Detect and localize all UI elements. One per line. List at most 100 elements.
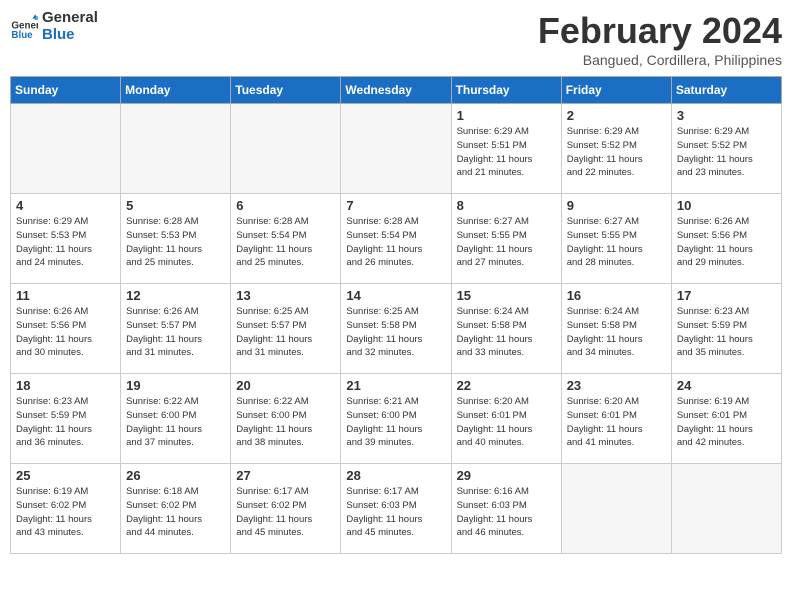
table-cell: 21 Sunrise: 6:21 AM Sunset: 6:00 PM Dayli…	[341, 374, 451, 464]
table-cell: 20 Sunrise: 6:22 AM Sunset: 6:00 PM Dayli…	[231, 374, 341, 464]
day-number: 2	[567, 108, 666, 123]
day-number: 15	[457, 288, 556, 303]
day-number: 26	[126, 468, 225, 483]
table-cell: 18 Sunrise: 6:23 AM Sunset: 5:59 PM Dayli…	[11, 374, 121, 464]
day-info: Sunrise: 6:25 AM Sunset: 5:58 PM Dayligh…	[346, 305, 445, 360]
table-cell	[561, 464, 671, 554]
day-info: Sunrise: 6:24 AM Sunset: 5:58 PM Dayligh…	[567, 305, 666, 360]
table-cell: 9 Sunrise: 6:27 AM Sunset: 5:55 PM Daylig…	[561, 194, 671, 284]
day-number: 5	[126, 198, 225, 213]
table-cell: 28 Sunrise: 6:17 AM Sunset: 6:03 PM Dayli…	[341, 464, 451, 554]
table-cell	[231, 104, 341, 194]
day-info: Sunrise: 6:28 AM Sunset: 5:53 PM Dayligh…	[126, 215, 225, 270]
weekday-header-sunday: Sunday	[11, 77, 121, 104]
week-row-5: 25 Sunrise: 6:19 AM Sunset: 6:02 PM Dayli…	[11, 464, 782, 554]
table-cell: 16 Sunrise: 6:24 AM Sunset: 5:58 PM Dayli…	[561, 284, 671, 374]
week-row-2: 4 Sunrise: 6:29 AM Sunset: 5:53 PM Daylig…	[11, 194, 782, 284]
weekday-header-wednesday: Wednesday	[341, 77, 451, 104]
table-cell: 6 Sunrise: 6:28 AM Sunset: 5:54 PM Daylig…	[231, 194, 341, 284]
table-cell: 26Sunrise: 6:18 AM Sunset: 6:02 PM Dayli…	[121, 464, 231, 554]
svg-text:Blue: Blue	[11, 30, 33, 41]
day-info: Sunrise: 6:23 AM Sunset: 5:59 PM Dayligh…	[16, 395, 115, 450]
day-info: Sunrise: 6:22 AM Sunset: 6:00 PM Dayligh…	[126, 395, 225, 450]
day-info: Sunrise: 6:26 AM Sunset: 5:56 PM Dayligh…	[677, 215, 776, 270]
day-info: Sunrise: 6:20 AM Sunset: 6:01 PM Dayligh…	[457, 395, 556, 450]
table-cell: 27Sunrise: 6:17 AM Sunset: 6:02 PM Dayli…	[231, 464, 341, 554]
day-info: Sunrise: 6:27 AM Sunset: 5:55 PM Dayligh…	[567, 215, 666, 270]
day-number: 28	[346, 468, 445, 483]
day-info: Sunrise: 6:16 AM Sunset: 6:03 PM Dayligh…	[457, 485, 556, 540]
week-row-4: 18 Sunrise: 6:23 AM Sunset: 5:59 PM Dayli…	[11, 374, 782, 464]
day-info: Sunrise: 6:19 AM Sunset: 6:01 PM Dayligh…	[677, 395, 776, 450]
day-info: Sunrise: 6:17 AM Sunset: 6:03 PM Dayligh…	[346, 485, 445, 540]
day-number: 7	[346, 198, 445, 213]
table-cell: 1 Sunrise: 6:29 AM Sunset: 5:51 PM Daylig…	[451, 104, 561, 194]
day-number: 19	[126, 378, 225, 393]
day-info: Sunrise: 6:28 AM Sunset: 5:54 PM Dayligh…	[236, 215, 335, 270]
day-number: 18	[16, 378, 115, 393]
day-number: 10	[677, 198, 776, 213]
day-info: Sunrise: 6:19 AM Sunset: 6:02 PM Dayligh…	[16, 485, 115, 540]
calendar-title: February 2024	[538, 10, 782, 52]
day-number: 20	[236, 378, 335, 393]
table-cell: 17Sunrise: 6:23 AM Sunset: 5:59 PM Dayli…	[671, 284, 781, 374]
day-info: Sunrise: 6:20 AM Sunset: 6:01 PM Dayligh…	[567, 395, 666, 450]
table-cell	[341, 104, 451, 194]
table-cell: 12 Sunrise: 6:26 AM Sunset: 5:57 PM Dayli…	[121, 284, 231, 374]
weekday-header-monday: Monday	[121, 77, 231, 104]
table-cell: 23Sunrise: 6:20 AM Sunset: 6:01 PM Dayli…	[561, 374, 671, 464]
day-number: 29	[457, 468, 556, 483]
table-cell: 5 Sunrise: 6:28 AM Sunset: 5:53 PM Daylig…	[121, 194, 231, 284]
table-cell: 3 Sunrise: 6:29 AM Sunset: 5:52 PM Daylig…	[671, 104, 781, 194]
day-info: Sunrise: 6:29 AM Sunset: 5:51 PM Dayligh…	[457, 125, 556, 180]
day-number: 1	[457, 108, 556, 123]
day-number: 6	[236, 198, 335, 213]
table-cell: 25 Sunrise: 6:19 AM Sunset: 6:02 PM Dayli…	[11, 464, 121, 554]
day-info: Sunrise: 6:22 AM Sunset: 6:00 PM Dayligh…	[236, 395, 335, 450]
table-cell: 19 Sunrise: 6:22 AM Sunset: 6:00 PM Dayli…	[121, 374, 231, 464]
day-info: Sunrise: 6:26 AM Sunset: 5:56 PM Dayligh…	[16, 305, 115, 360]
table-cell: 24Sunrise: 6:19 AM Sunset: 6:01 PM Dayli…	[671, 374, 781, 464]
table-cell: 11 Sunrise: 6:26 AM Sunset: 5:56 PM Dayli…	[11, 284, 121, 374]
day-number: 16	[567, 288, 666, 303]
table-cell: 22 Sunrise: 6:20 AM Sunset: 6:01 PM Dayli…	[451, 374, 561, 464]
weekday-header-row: SundayMondayTuesdayWednesdayThursdayFrid…	[11, 77, 782, 104]
day-info: Sunrise: 6:24 AM Sunset: 5:58 PM Dayligh…	[457, 305, 556, 360]
day-info: Sunrise: 6:29 AM Sunset: 5:53 PM Dayligh…	[16, 215, 115, 270]
logo-icon: General Blue	[10, 13, 38, 41]
week-row-3: 11 Sunrise: 6:26 AM Sunset: 5:56 PM Dayli…	[11, 284, 782, 374]
weekday-header-thursday: Thursday	[451, 77, 561, 104]
day-info: Sunrise: 6:23 AM Sunset: 5:59 PM Dayligh…	[677, 305, 776, 360]
day-number: 27	[236, 468, 335, 483]
day-number: 22	[457, 378, 556, 393]
weekday-header-saturday: Saturday	[671, 77, 781, 104]
weekday-header-friday: Friday	[561, 77, 671, 104]
table-cell	[11, 104, 121, 194]
weekday-header-tuesday: Tuesday	[231, 77, 341, 104]
day-info: Sunrise: 6:27 AM Sunset: 5:55 PM Dayligh…	[457, 215, 556, 270]
day-number: 21	[346, 378, 445, 393]
day-info: Sunrise: 6:29 AM Sunset: 5:52 PM Dayligh…	[677, 125, 776, 180]
day-number: 9	[567, 198, 666, 213]
day-number: 4	[16, 198, 115, 213]
table-cell: 29 Sunrise: 6:16 AM Sunset: 6:03 PM Dayli…	[451, 464, 561, 554]
day-info: Sunrise: 6:21 AM Sunset: 6:00 PM Dayligh…	[346, 395, 445, 450]
table-cell: 10 Sunrise: 6:26 AM Sunset: 5:56 PM Dayli…	[671, 194, 781, 284]
week-row-1: 1 Sunrise: 6:29 AM Sunset: 5:51 PM Daylig…	[11, 104, 782, 194]
table-cell: 13Sunrise: 6:25 AM Sunset: 5:57 PM Dayli…	[231, 284, 341, 374]
day-number: 13	[236, 288, 335, 303]
title-section: February 2024 Bangued, Cordillera, Phili…	[538, 10, 782, 68]
header: General Blue General Blue February 2024 …	[10, 10, 782, 68]
day-info: Sunrise: 6:29 AM Sunset: 5:52 PM Dayligh…	[567, 125, 666, 180]
table-cell: 7Sunrise: 6:28 AM Sunset: 5:54 PM Daylig…	[341, 194, 451, 284]
table-cell: 8Sunrise: 6:27 AM Sunset: 5:55 PM Daylig…	[451, 194, 561, 284]
day-number: 3	[677, 108, 776, 123]
calendar-table: SundayMondayTuesdayWednesdayThursdayFrid…	[10, 76, 782, 554]
logo: General Blue General Blue	[10, 10, 98, 43]
table-cell: 14 Sunrise: 6:25 AM Sunset: 5:58 PM Dayli…	[341, 284, 451, 374]
day-number: 25	[16, 468, 115, 483]
day-number: 14	[346, 288, 445, 303]
day-info: Sunrise: 6:26 AM Sunset: 5:57 PM Dayligh…	[126, 305, 225, 360]
day-number: 11	[16, 288, 115, 303]
day-number: 12	[126, 288, 225, 303]
